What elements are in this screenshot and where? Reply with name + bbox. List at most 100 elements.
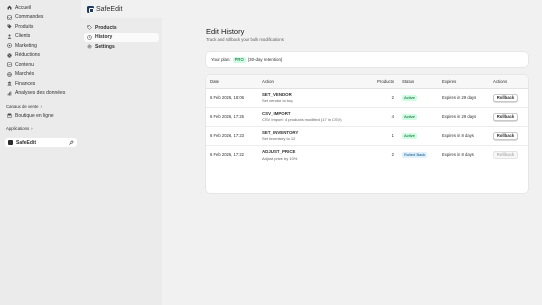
apps-label: Applications	[6, 126, 30, 131]
header-action: Action	[258, 75, 370, 89]
row-actions: Rollback	[489, 145, 528, 164]
discount-icon	[7, 53, 12, 58]
bank-icon	[7, 81, 12, 86]
row-status: Rolled Back	[398, 145, 438, 164]
admin-nav-label: Produits	[15, 23, 34, 30]
app-nav: Products History Settings	[81, 18, 162, 305]
tag-icon	[87, 25, 92, 31]
rollback-button[interactable]: Rollback	[493, 112, 518, 121]
admin-nav-label: Contenu	[15, 61, 34, 68]
row-action: SET_VENDOR Set vendor to toq	[258, 88, 370, 108]
history-card: Date Action Products Status Expires Acti…	[206, 75, 528, 193]
admin-sidebar: Accueil Commandes Produits Clients Marke…	[0, 0, 81, 305]
header-products: Products	[370, 75, 398, 89]
chevron-right-icon: ›	[31, 126, 33, 131]
app-brand-name: SafeEdit	[96, 5, 123, 13]
admin-nav-online-store[interactable]: Boutique en ligne	[0, 111, 81, 121]
action-description: Set vendor to toq	[262, 98, 293, 104]
action-name: SET_VENDOR	[262, 91, 292, 97]
status-badge: Active	[402, 94, 417, 101]
gear-icon	[87, 44, 92, 49]
admin-nav-markets[interactable]: Marchés	[0, 70, 81, 80]
admin-nav-home[interactable]: Accueil	[0, 3, 81, 13]
header-expires: Expires	[438, 75, 489, 89]
status-badge: Rolled Back	[402, 151, 428, 158]
content-icon	[7, 62, 12, 67]
row-date: 6 Feb 2026, 17:22	[210, 152, 244, 158]
admin-nav-label: Analyses des données	[15, 90, 66, 97]
inbox-icon	[7, 15, 12, 20]
row-actions: Rollback	[489, 107, 528, 127]
rollback-button[interactable]: Rollback	[493, 131, 518, 140]
admin-nav-label: Finances	[15, 80, 36, 87]
rollback-button[interactable]: Rollback	[493, 93, 518, 102]
page-subtitle: Track and rollback your bulk modificatio…	[206, 37, 284, 42]
plan-suffix: (30-day retention)	[247, 57, 283, 62]
row-products: 2	[391, 152, 394, 158]
admin-nav-finances[interactable]: Finances	[0, 79, 81, 89]
app-frame: SafeEdit Products History Settings Edit …	[81, 0, 542, 305]
main-content: Edit History Track and rollback your bul…	[206, 27, 528, 193]
action-description: Set inventory to 12	[262, 136, 296, 142]
app-item-label: SafeEdit	[16, 139, 37, 146]
sales-channels-heading[interactable]: Canaux de vente ›	[0, 101, 81, 111]
plan-card: Your plan: PRO (30-day retention)	[206, 52, 528, 67]
app-item-safeedit[interactable]: SafeEdit 📌︎	[5, 138, 77, 147]
table-row: 6 Feb 2026, 17:22 ADJUST_PRICE Adjust pri…	[206, 145, 528, 164]
action-description: CSV Import: 4 products modified (17 in C…	[262, 117, 342, 123]
row-products: 4	[370, 107, 398, 127]
row-date: 6 Feb 2026, 17:25	[206, 107, 258, 127]
row-actions: Rollback	[489, 126, 528, 146]
app-nav-settings[interactable]: Settings	[84, 42, 159, 52]
row-status: Active	[398, 88, 438, 108]
table-row: 6 Feb 2026, 17:23 SET_INVENTORY Set inven…	[206, 126, 528, 146]
row-expires: Expires in 8 days	[438, 126, 489, 146]
admin-nav-products[interactable]: Produits	[0, 22, 81, 32]
safeedit-logo-icon	[8, 140, 13, 145]
admin-nav-discounts[interactable]: Réductions	[0, 51, 81, 61]
admin-nav-label: Boutique en ligne	[15, 112, 54, 119]
rollback-button[interactable]: Rollback	[493, 150, 518, 159]
admin-nav-label: Marchés	[15, 71, 35, 78]
table-header-row: Date Action Products Status Expires Acti…	[206, 75, 528, 89]
target-icon	[7, 43, 12, 49]
app-nav-label: History	[95, 34, 113, 41]
action-name: SET_INVENTORY	[262, 129, 299, 135]
header-status: Status	[398, 75, 438, 89]
admin-nav-analytics[interactable]: Analyses des données	[0, 89, 81, 99]
page-title: Edit History	[206, 27, 245, 36]
action-description: Adjust price by 10%	[262, 155, 298, 161]
plan-prefix: Your plan:	[211, 57, 231, 62]
admin-nav-orders[interactable]: Commandes	[0, 13, 81, 23]
row-actions: Rollback	[489, 88, 528, 108]
app-nav-products[interactable]: Products	[84, 23, 159, 33]
admin-nav-customers[interactable]: Clients	[0, 32, 81, 42]
row-status: Active	[398, 126, 438, 146]
history-table: Date Action Products Status Expires Acti…	[206, 75, 528, 164]
action-name: ADJUST_PRICE	[262, 149, 296, 154]
sales-channels-label: Canaux de vente	[6, 103, 39, 109]
admin-nav-content[interactable]: Contenu	[0, 60, 81, 70]
admin-nav-label: Accueil	[15, 4, 32, 11]
chevron-right-icon: ›	[40, 103, 42, 109]
row-date: 6 Feb 2026, 17:23	[206, 126, 258, 146]
admin-nav-marketing[interactable]: Marketing	[0, 41, 81, 51]
person-icon	[7, 34, 12, 39]
table-row: 6 Feb 2026, 18:06 SET_VENDOR Set vendor t…	[206, 88, 528, 108]
pin-icon[interactable]: 📌︎	[69, 140, 74, 145]
row-expires: Expires in 29 days	[438, 88, 489, 108]
plan-badge: PRO	[232, 56, 246, 63]
app-nav-history[interactable]: History	[84, 32, 159, 42]
apps-heading[interactable]: Applications ›	[0, 124, 81, 134]
table-row: 6 Feb 2026, 17:25 CSV_IMPORT CSV Import: …	[206, 107, 528, 127]
chart-icon	[7, 91, 12, 96]
row-products: 2	[370, 88, 398, 108]
row-action: SET_INVENTORY Set inventory to 12	[258, 126, 370, 146]
admin-nav-label: Clients	[15, 33, 31, 40]
app-nav-label: Settings	[95, 43, 115, 50]
status-badge: Active	[402, 113, 417, 120]
row-expires: Expires in 8 days	[442, 152, 474, 158]
app-nav-label: Products	[95, 24, 117, 31]
clock-icon	[87, 35, 92, 40]
action-name: CSV_IMPORT	[262, 110, 291, 116]
